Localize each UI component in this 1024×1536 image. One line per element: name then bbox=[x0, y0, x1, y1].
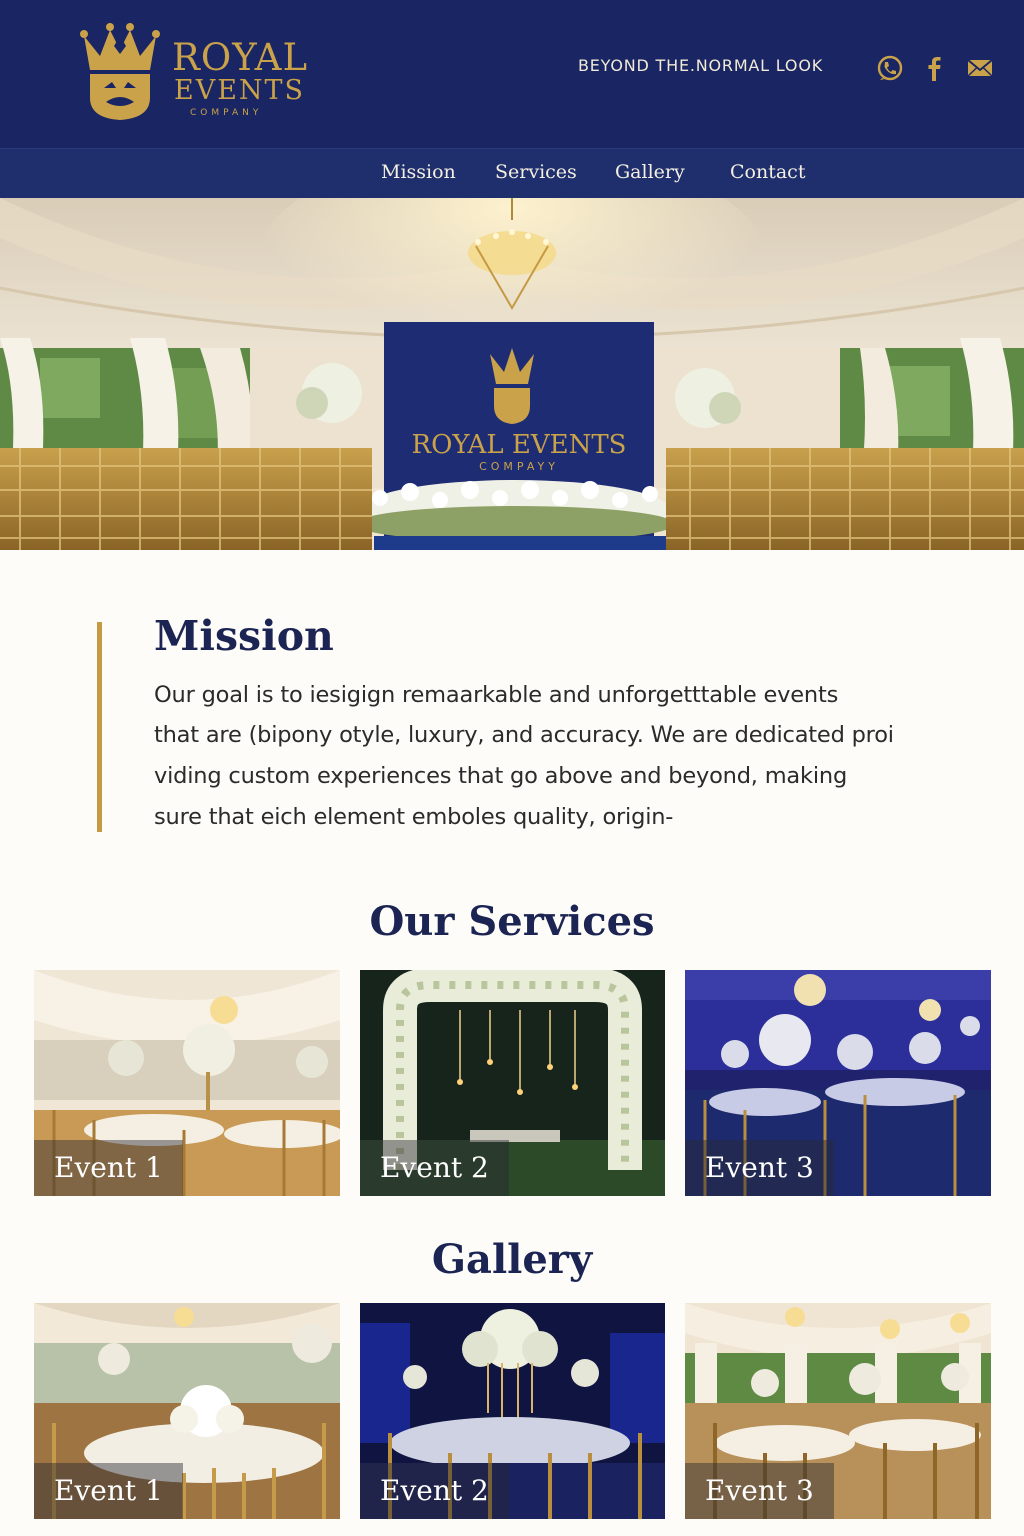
mission-text-line: viding custom experiences that go above … bbox=[154, 763, 848, 789]
site-header: ROYAL EVENTS COMPANY BEYOND THE.NORMAL L… bbox=[0, 0, 1024, 148]
nav-item-gallery[interactable]: Gallery bbox=[615, 161, 685, 183]
gallery-card-label: Event 3 bbox=[685, 1463, 834, 1519]
gallery-card-label: Event 1 bbox=[34, 1463, 183, 1519]
service-card-label: Event 3 bbox=[685, 1140, 834, 1196]
brand-logo[interactable]: ROYAL EVENTS COMPANY bbox=[74, 18, 334, 128]
brand-name-line2: EVENTS bbox=[174, 75, 306, 106]
brand-name-line1: ROYAL bbox=[172, 36, 309, 79]
service-card[interactable]: Event 3 bbox=[685, 970, 991, 1196]
mission-accent-bar bbox=[97, 622, 102, 832]
phone-icon[interactable] bbox=[876, 54, 904, 82]
main-nav: Mission Services Gallery Contact bbox=[0, 148, 1024, 198]
facebook-icon[interactable] bbox=[920, 54, 948, 82]
hero-sign-title: ROYAL EVENTS bbox=[412, 430, 627, 460]
nav-item-mission[interactable]: Mission bbox=[381, 161, 456, 183]
gallery-card[interactable]: Event 2 bbox=[360, 1303, 665, 1519]
gallery-card[interactable]: Event 3 bbox=[685, 1303, 991, 1519]
header-tagline: BEYOND THE.NORMAL LOOK bbox=[578, 56, 824, 75]
mission-text-line: Our goal is to iesigign remaarkable and … bbox=[154, 682, 839, 708]
crown-lion-emblem-icon bbox=[80, 23, 160, 120]
hero-image: ROYAL EVENTS COMPAYY bbox=[0, 198, 1024, 550]
service-card[interactable]: Event 2 bbox=[360, 970, 665, 1196]
service-card-label: Event 1 bbox=[34, 1140, 183, 1196]
nav-item-contact[interactable]: Contact bbox=[730, 161, 805, 183]
mission-text-line: sure that eich element emboles quality, … bbox=[154, 804, 674, 830]
gallery-card-label: Event 2 bbox=[360, 1463, 509, 1519]
hero-sign-subtitle: COMPAYY bbox=[479, 460, 559, 473]
mission-text-line: that are (bipony otyle, luxury, and accu… bbox=[154, 722, 894, 748]
service-card-label: Event 2 bbox=[360, 1140, 509, 1196]
service-card[interactable]: Event 1 bbox=[34, 970, 340, 1196]
mission-title: Mission bbox=[154, 612, 334, 660]
mail-icon[interactable] bbox=[966, 54, 994, 82]
hero-banner: ROYAL EVENTS COMPAYY bbox=[0, 198, 1024, 550]
services-title: Our Services bbox=[369, 898, 655, 945]
nav-item-services[interactable]: Services bbox=[495, 161, 577, 183]
brand-name-line3: COMPANY bbox=[190, 108, 263, 118]
gallery-title: Gallery bbox=[431, 1236, 593, 1283]
gallery-card[interactable]: Event 1 bbox=[34, 1303, 340, 1519]
